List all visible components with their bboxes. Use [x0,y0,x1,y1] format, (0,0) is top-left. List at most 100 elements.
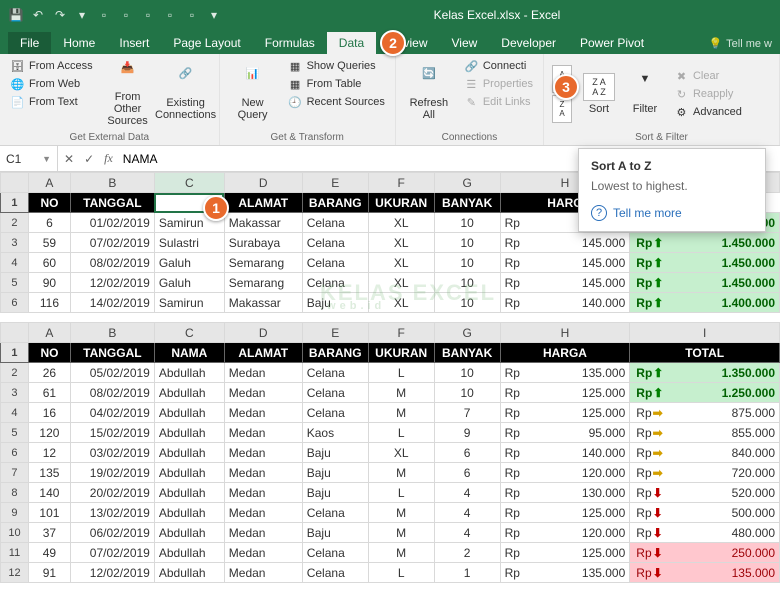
cell[interactable]: 91 [28,563,70,583]
cell[interactable]: 116 [28,293,70,313]
cell[interactable]: Medan [224,483,302,503]
cell[interactable]: Abdullah [154,383,224,403]
cell[interactable]: 03/02/2019 [70,443,154,463]
row-header[interactable]: 12 [1,563,29,583]
col-header[interactable]: F [368,323,434,343]
cell[interactable]: Rp145.000 [500,253,630,273]
cell[interactable]: ⬇ Rp135.000 [630,563,780,583]
tab-view[interactable]: View [440,32,490,54]
cell[interactable]: Abdullah [154,363,224,383]
cell[interactable]: ⬇ Rp250.000 [630,543,780,563]
cell[interactable]: XL [368,253,434,273]
cell[interactable]: 07/02/2019 [70,543,154,563]
cell[interactable]: Medan [224,543,302,563]
cell[interactable]: Medan [224,383,302,403]
tab-power-pivot[interactable]: Power Pivot [568,32,656,54]
cell[interactable]: Abdullah [154,503,224,523]
cell[interactable]: ⬆ Rp1.450.000 [630,273,780,293]
cell[interactable]: Abdullah [154,563,224,583]
cell[interactable]: Medan [224,443,302,463]
row-header[interactable]: 6 [1,293,29,313]
cell[interactable]: Rp135.000 [500,363,630,383]
name-box[interactable]: C1 ▼ [0,146,58,171]
cell[interactable]: 19/02/2019 [70,463,154,483]
col-header[interactable]: E [302,173,368,193]
col-header[interactable]: C [154,323,224,343]
cell[interactable]: 10 [434,383,500,403]
cell[interactable]: 101 [28,503,70,523]
existing-connections-button[interactable]: 🔗 Existing Connections [161,58,211,130]
row-header[interactable]: 1 [1,193,29,213]
clear-button[interactable]: ✖Clear [672,68,744,84]
cell[interactable]: Rp125.000 [500,503,630,523]
row-header[interactable]: 10 [1,523,29,543]
cell[interactable]: NO [28,343,70,363]
cell[interactable]: M [368,543,434,563]
cell[interactable]: Medan [224,403,302,423]
cell[interactable]: ➡ Rp855.000 [630,423,780,443]
tab-formulas[interactable]: Formulas [253,32,327,54]
cell[interactable]: Rp125.000 [500,383,630,403]
cell[interactable]: Galuh [154,273,224,293]
col-header[interactable]: H [500,323,630,343]
cell[interactable]: L [368,423,434,443]
cell[interactable]: L [368,563,434,583]
tab-insert[interactable]: Insert [107,32,161,54]
cell[interactable]: 12 [28,443,70,463]
cell[interactable]: M [368,523,434,543]
cell[interactable]: 12/02/2019 [70,273,154,293]
cell[interactable]: 90 [28,273,70,293]
cell[interactable]: 08/02/2019 [70,253,154,273]
cell[interactable]: Sulastri [154,233,224,253]
cell[interactable]: 13/02/2019 [70,503,154,523]
cell[interactable]: Rp140.000 [500,443,630,463]
tab-developer[interactable]: Developer [489,32,568,54]
cell[interactable]: ➡ Rp840.000 [630,443,780,463]
cell[interactable]: Baju [302,443,368,463]
cell[interactable]: Baju [302,483,368,503]
cell[interactable]: Medan [224,523,302,543]
cell[interactable]: BARANG [302,193,368,213]
cell[interactable]: Celana [302,383,368,403]
cell[interactable]: ➡ Rp875.000 [630,403,780,423]
cell[interactable]: TANGGAL [70,343,154,363]
cell[interactable]: 10 [434,233,500,253]
cell[interactable]: Celana [302,563,368,583]
from-other-sources-button[interactable]: 📥 From Other Sources [103,58,153,130]
cell[interactable]: Medan [224,503,302,523]
cell[interactable]: 10 [434,253,500,273]
qat-item-icon[interactable]: ▫ [118,7,134,23]
cell[interactable]: ⬇ Rp480.000 [630,523,780,543]
from-table-button[interactable]: ▦From Table [286,76,387,92]
enter-icon[interactable]: ✓ [84,152,94,166]
select-all-corner[interactable] [1,173,29,193]
cell[interactable]: XL [368,213,434,233]
cell[interactable]: Rp145.000 [500,233,630,253]
cell[interactable]: BANYAK [434,343,500,363]
col-header[interactable]: F [368,173,434,193]
row-header[interactable]: 9 [1,503,29,523]
fx-icon[interactable]: fx [104,151,113,166]
col-header[interactable]: G [434,173,500,193]
col-header[interactable]: A [28,323,70,343]
tab-data[interactable]: Data [327,32,376,54]
row-header[interactable]: 6 [1,443,29,463]
cell[interactable]: Baju [302,293,368,313]
cell[interactable]: Kaos [302,423,368,443]
connections-button[interactable]: 🔗Connecti [462,58,535,74]
cell[interactable]: Abdullah [154,403,224,423]
cell[interactable]: Rp145.000 [500,273,630,293]
cell[interactable]: 04/02/2019 [70,403,154,423]
col-header[interactable]: A [28,173,70,193]
tab-file[interactable]: File [8,32,51,54]
col-header[interactable]: G [434,323,500,343]
edit-links-button[interactable]: ✎Edit Links [462,94,535,110]
cell[interactable]: XL [368,293,434,313]
cell[interactable]: 15/02/2019 [70,423,154,443]
cell[interactable]: M [368,383,434,403]
cell[interactable]: ALAMAT [224,343,302,363]
col-header[interactable]: C [154,173,224,193]
tab-home[interactable]: Home [51,32,107,54]
cell[interactable]: 4 [434,503,500,523]
cell[interactable]: Abdullah [154,463,224,483]
